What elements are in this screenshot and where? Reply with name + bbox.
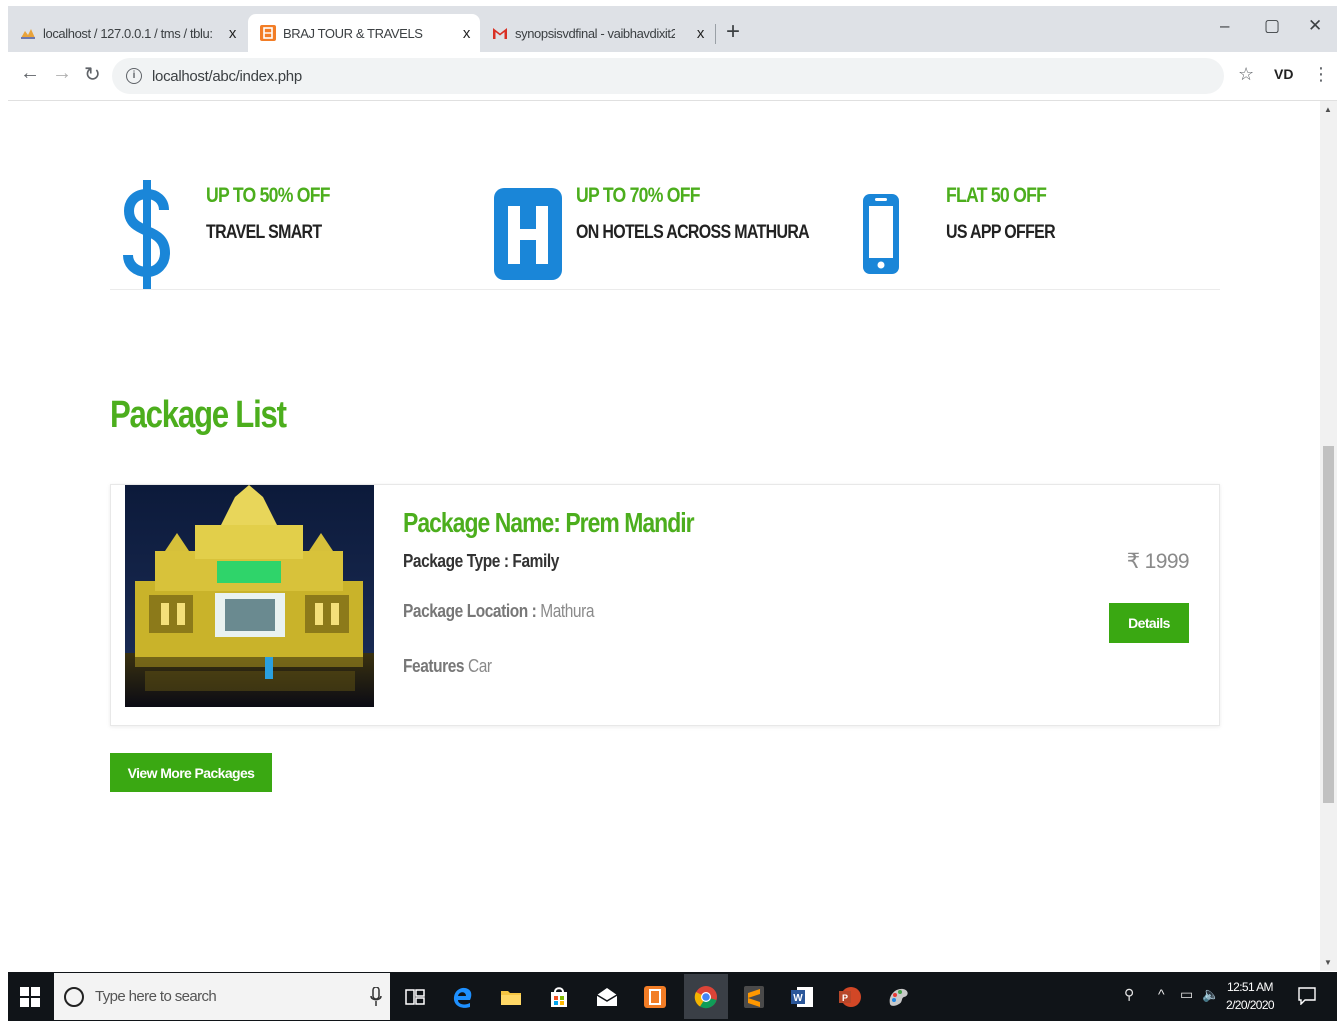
edge-browser-icon[interactable] [450, 984, 476, 1010]
offer-subline: US APP OFFER [946, 222, 1056, 243]
offer-headline: UP TO 70% OFF [576, 184, 701, 207]
address-bar[interactable]: i localhost/abc/index.php [112, 58, 1224, 94]
clock-date: 2/20/2020 [1226, 998, 1275, 1012]
tab-braj-tour[interactable]: BRAJ TOUR & TRAVELS x [248, 14, 480, 52]
offer-item-travel: UP TO 50% OFF TRAVEL SMART [110, 178, 470, 290]
section-title: Package List [110, 394, 287, 436]
package-location: Package Location : Mathura [403, 601, 594, 622]
taskbar-search-box[interactable]: Type here to search [54, 973, 390, 1020]
package-features-value: Car [467, 656, 492, 676]
offer-item-hotels: UP TO 70% OFF ON HOTELS ACROSS MATHURA [480, 178, 840, 290]
restore-icon[interactable]: ▢ [1264, 16, 1280, 36]
package-name: Package Name: Prem Mandir [403, 507, 695, 538]
site-logo-icon [260, 25, 276, 41]
reload-icon[interactable]: ↻ [84, 62, 101, 87]
phpmyadmin-icon [21, 29, 35, 39]
view-more-packages-button[interactable]: View More Packages [110, 753, 272, 792]
mail-icon[interactable] [594, 984, 620, 1010]
dollar-icon [123, 180, 171, 290]
tab-phpmyadmin[interactable]: localhost / 127.0.0.1 / tms / tblu: x [8, 14, 246, 52]
package-type: Package Type : Family [403, 551, 559, 572]
chrome-icon[interactable] [693, 984, 719, 1010]
scroll-up-arrow-icon[interactable]: ▲ [1324, 105, 1332, 114]
offer-subline: TRAVEL SMART [206, 222, 322, 243]
store-icon[interactable] [546, 984, 572, 1010]
svg-text:W: W [793, 993, 803, 1004]
tab-title: synopsisvdfinal - vaibhavdixit29: [515, 25, 675, 41]
gmail-icon [493, 28, 507, 39]
tab-title: BRAJ TOUR & TRAVELS [283, 25, 423, 41]
offer-item-app: FLAT 50 OFF US APP OFFER [850, 178, 1210, 290]
package-type-value: Family [512, 551, 559, 571]
clock-time: 12:51 AM [1227, 980, 1274, 994]
battery-icon[interactable]: ▭ [1180, 986, 1193, 1003]
package-features-label: Features [403, 656, 465, 676]
bookmark-star-icon[interactable]: ☆ [1238, 64, 1254, 85]
scrollbar-thumb[interactable] [1323, 446, 1334, 803]
close-tab-icon[interactable]: x [697, 25, 705, 42]
taskbar-search-placeholder: Type here to search [95, 988, 217, 1005]
svg-text:P: P [842, 993, 848, 1003]
package-type-label: Package Type : [403, 551, 509, 571]
package-location-value: Mathura [540, 601, 595, 621]
back-arrow-icon[interactable]: ← [20, 62, 40, 85]
url-text[interactable]: localhost/abc/index.php [152, 68, 302, 85]
package-features: Features Car [403, 656, 492, 677]
microphone-icon[interactable] [370, 987, 382, 1007]
task-view-icon[interactable] [402, 984, 428, 1010]
xampp-icon[interactable] [642, 984, 668, 1010]
close-tab-icon[interactable]: x [463, 25, 471, 42]
cortana-icon [64, 986, 84, 1007]
powerpoint-icon[interactable]: P [837, 984, 863, 1010]
package-card: Package Name: Prem Mandir Package Type :… [110, 484, 1220, 726]
windows-start-icon[interactable] [20, 987, 40, 1007]
mobile-icon [863, 194, 899, 274]
info-icon[interactable]: i [126, 68, 142, 84]
windows-taskbar: Type here to search W P ⚲ ^ ▭ 🔈 12:51 AM… [8, 972, 1337, 1021]
browser-tab-strip: localhost / 127.0.0.1 / tms / tblu: x BR… [8, 6, 1337, 52]
new-tab-button[interactable]: + [726, 18, 740, 46]
tab-title: localhost / 127.0.0.1 / tms / tblu: [43, 25, 213, 41]
offer-headline: UP TO 50% OFF [206, 184, 331, 207]
file-explorer-icon[interactable] [498, 984, 524, 1010]
sublime-text-icon[interactable] [741, 984, 767, 1010]
offers-divider [110, 289, 1220, 290]
action-center-icon[interactable] [1298, 987, 1316, 1005]
details-button[interactable]: Details [1109, 603, 1189, 643]
package-location-label: Package Location : [403, 601, 537, 621]
tab-gmail[interactable]: synopsisvdfinal - vaibhavdixit29: x [480, 14, 714, 52]
page-scrollbar[interactable]: ▲ ▼ [1320, 101, 1337, 971]
offer-headline: FLAT 50 OFF [946, 184, 1047, 207]
hotel-icon [494, 188, 562, 280]
close-window-icon[interactable]: ✕ [1308, 16, 1322, 36]
package-price: ₹ 1999 [1126, 550, 1190, 573]
tab-separator [715, 24, 716, 44]
show-hidden-icons-chevron-icon[interactable]: ^ [1158, 986, 1165, 1002]
taskbar-clock[interactable]: 12:51 AM 2/20/2020 [1226, 978, 1275, 1014]
extension-icon[interactable]: VD [1274, 66, 1293, 82]
paint-icon[interactable] [885, 984, 911, 1010]
volume-icon[interactable]: 🔈 [1202, 986, 1219, 1003]
browser-toolbar: ← → ↻ i localhost/abc/index.php ☆ VD ⋮ [8, 52, 1337, 101]
menu-kebab-icon[interactable]: ⋮ [1312, 64, 1330, 85]
people-icon[interactable]: ⚲ [1124, 986, 1134, 1003]
word-icon[interactable]: W [789, 984, 815, 1010]
minimize-icon[interactable]: – [1220, 16, 1229, 36]
scroll-down-arrow-icon[interactable]: ▼ [1324, 958, 1332, 967]
package-image[interactable] [125, 485, 374, 707]
forward-arrow-icon[interactable]: → [52, 62, 72, 85]
offer-subline: ON HOTELS ACROSS MATHURA [576, 222, 810, 243]
close-tab-icon[interactable]: x [229, 25, 237, 42]
